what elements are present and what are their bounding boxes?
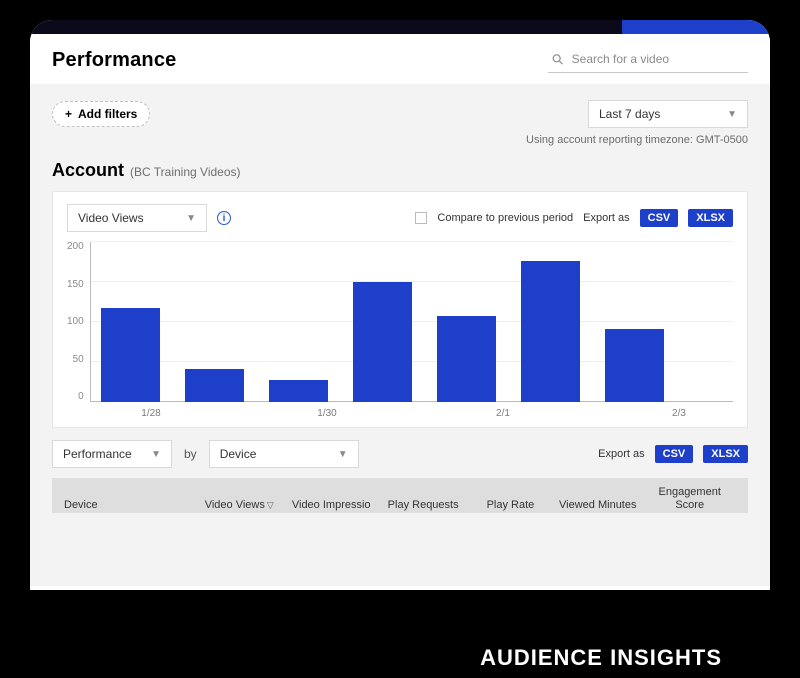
export-label: Export as <box>583 212 629 224</box>
bar[interactable] <box>605 329 664 402</box>
bar[interactable] <box>185 369 244 402</box>
chart: 200 150 100 50 0 <box>67 242 733 402</box>
window-accent <box>30 20 770 34</box>
dim1-label: Performance <box>63 447 132 461</box>
chevron-down-icon: ▼ <box>186 213 196 224</box>
col-play-rate[interactable]: Play Rate <box>469 499 552 512</box>
x-tick <box>547 408 635 419</box>
chart-card: Video Views ▼ i Compare to previous peri… <box>52 191 748 428</box>
col-play-requests[interactable]: Play Requests <box>381 499 464 512</box>
bar[interactable] <box>353 282 412 402</box>
compare-checkbox[interactable] <box>415 212 427 224</box>
col-viewed-minutes[interactable]: Viewed Minutes <box>556 499 639 512</box>
chevron-down-icon: ▼ <box>727 109 737 120</box>
x-tick: 1/30 <box>283 408 371 419</box>
bar[interactable] <box>269 380 328 402</box>
bar[interactable] <box>437 316 496 402</box>
export-xlsx-button[interactable]: XLSX <box>688 209 733 227</box>
export-csv-button-2[interactable]: CSV <box>655 445 694 463</box>
y-axis: 200 150 100 50 0 <box>67 242 90 402</box>
body: + Add filters Last 7 days ▼ Using accoun… <box>30 84 770 586</box>
dim2-label: Device <box>220 447 257 461</box>
chevron-down-icon: ▼ <box>338 449 348 460</box>
info-icon[interactable]: i <box>217 211 231 225</box>
date-range-label: Last 7 days <box>599 107 660 121</box>
add-filters-button[interactable]: + Add filters <box>52 101 150 127</box>
x-tick: 1/28 <box>107 408 195 419</box>
add-filters-label: Add filters <box>78 107 137 121</box>
search-icon <box>552 53 564 66</box>
col-engagement[interactable]: Engagement Score <box>643 486 736 511</box>
brand-word-1: BRIGHTCOVE <box>309 645 466 671</box>
sort-desc-icon: ▽ <box>267 500 274 510</box>
y-tick: 50 <box>73 355 84 365</box>
app-window: Performance + Add filters Last 7 days ▼ … <box>30 20 770 590</box>
dim2-select[interactable]: Device ▼ <box>209 440 359 468</box>
bar[interactable] <box>521 261 580 402</box>
page-title: Performance <box>52 49 176 72</box>
account-sub: (BC Training Videos) <box>130 165 241 179</box>
metric-label: Video Views <box>78 211 144 225</box>
table-header: Device Video Views▽ Video Impressio Play… <box>52 478 748 513</box>
y-tick: 100 <box>67 317 84 327</box>
bars <box>101 242 723 402</box>
date-range-select[interactable]: Last 7 days ▼ <box>588 100 748 128</box>
search-input[interactable] <box>572 52 744 66</box>
search-field[interactable] <box>548 48 748 73</box>
timezone-text: Using account reporting timezone: GMT-05… <box>52 134 748 146</box>
y-tick: 150 <box>67 280 84 290</box>
y-tick: 0 <box>78 392 84 402</box>
brand-word-2: AUDIENCE INSIGHTS <box>474 644 728 672</box>
x-axis: 1/28 1/30 2/1 2/3 <box>97 402 733 419</box>
y-tick: 200 <box>67 242 84 252</box>
brand-footer: BRIGHTCOVE AUDIENCE INSIGHTS <box>309 644 728 672</box>
export-xlsx-button-2[interactable]: XLSX <box>703 445 748 463</box>
account-heading: Account (BC Training Videos) <box>52 160 748 181</box>
col-impressions[interactable]: Video Impressio <box>285 499 378 512</box>
x-tick <box>195 408 283 419</box>
export-csv-button[interactable]: CSV <box>640 209 679 227</box>
x-tick: 2/1 <box>459 408 547 419</box>
col-views[interactable]: Video Views▽ <box>198 499 281 512</box>
col-device[interactable]: Device <box>64 499 194 512</box>
bar[interactable] <box>101 308 160 402</box>
account-label: Account <box>52 160 124 181</box>
breakdown-controls: Performance ▼ by Device ▼ Export as CSV … <box>52 440 748 468</box>
x-tick <box>371 408 459 419</box>
by-text: by <box>180 447 201 461</box>
x-tick: 2/3 <box>635 408 723 419</box>
metric-select[interactable]: Video Views ▼ <box>67 204 207 232</box>
compare-label: Compare to previous period <box>437 212 573 224</box>
dim1-select[interactable]: Performance ▼ <box>52 440 172 468</box>
header: Performance <box>30 34 770 84</box>
chevron-down-icon: ▼ <box>151 449 161 460</box>
plot-area <box>90 242 733 402</box>
plus-icon: + <box>65 107 72 121</box>
export-label-2: Export as <box>598 448 644 460</box>
